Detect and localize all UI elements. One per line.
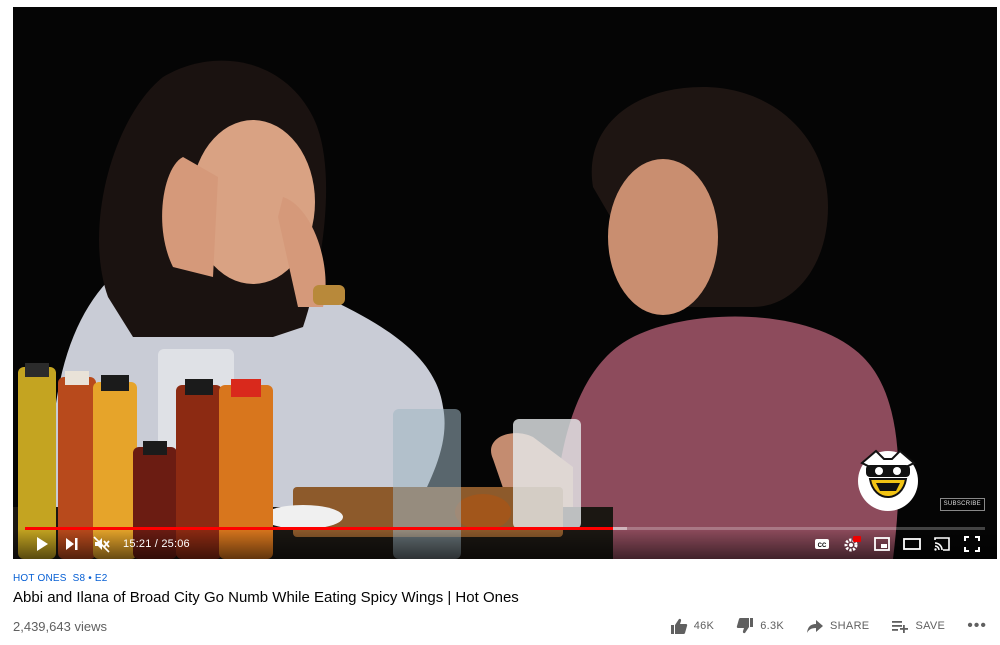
episode-tag-link[interactable]: S8 • E2 [73, 573, 108, 584]
settings-hd-icon[interactable] [837, 529, 867, 559]
video-scene [13, 7, 997, 559]
action-buttons: 46K 6.3K SHARE SAVE ••• [648, 617, 987, 635]
view-count: 2,439,643 views [13, 618, 107, 634]
channel-tag-link[interactable]: HOT ONES [13, 573, 67, 584]
time-current: 15:21 [123, 538, 152, 550]
fullscreen-icon[interactable] [957, 529, 987, 559]
cast-icon[interactable] [927, 529, 957, 559]
save-label: SAVE [915, 620, 946, 632]
player-controls: 15:21 / 25:06 CC [13, 529, 997, 559]
info-bar: 2,439,643 views 46K 6.3K SHARE SAVE ••• [13, 614, 987, 638]
share-button[interactable]: SHARE [806, 617, 869, 635]
video-title: Abbi and Ilana of Broad City Go Numb Whi… [13, 589, 519, 606]
svg-text:CC: CC [818, 543, 827, 549]
dislike-count: 6.3K [760, 620, 785, 632]
like-button[interactable]: 46K [670, 617, 714, 635]
hot-ones-logo-icon [858, 449, 918, 511]
subscribe-badge[interactable]: SUBSCRIBE [939, 498, 985, 511]
video-player[interactable]: SUBSCRIBE 15:21 / 25:06 CC [13, 7, 997, 559]
play-icon[interactable] [27, 529, 57, 559]
next-icon[interactable] [57, 529, 87, 559]
video-frame[interactable] [13, 7, 997, 559]
captions-icon[interactable]: CC [807, 529, 837, 559]
time-display: 15:21 / 25:06 [123, 538, 190, 550]
add-to-playlist-icon [892, 621, 909, 633]
thumbs-up-icon [670, 618, 687, 634]
miniplayer-icon[interactable] [867, 529, 897, 559]
super-title: HOT ONES S8 • E2 [13, 573, 987, 584]
video-info: HOT ONES S8 • E2 Abbi and Ilana of Broad… [13, 573, 987, 606]
share-icon [807, 620, 824, 633]
like-count: 46K [693, 620, 715, 632]
thumbs-down-icon [737, 618, 754, 634]
save-button[interactable]: SAVE [891, 617, 945, 635]
share-label: SHARE [830, 620, 870, 632]
volume-muted-icon[interactable] [87, 529, 117, 559]
theater-mode-icon[interactable] [897, 529, 927, 559]
time-separator: / [154, 538, 159, 550]
more-actions-icon[interactable]: ••• [967, 617, 987, 635]
time-total: 25:06 [161, 538, 190, 550]
dislike-button[interactable]: 6.3K [736, 617, 784, 635]
